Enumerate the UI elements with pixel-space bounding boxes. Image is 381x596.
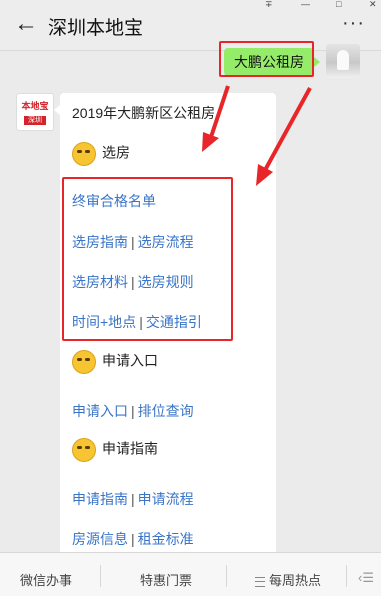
annotation-arrow-1 xyxy=(208,85,230,141)
annotation-arrows xyxy=(202,85,312,186)
annotation-arrow-2 xyxy=(262,87,312,173)
menu-item-wechat-services[interactable]: 微信办事 xyxy=(20,570,72,589)
menu-divider xyxy=(226,565,227,587)
menu-item-weekly-hot[interactable]: 每周热点 xyxy=(255,570,321,589)
keyboard-toggle-icon[interactable]: ‹☰ xyxy=(358,570,374,586)
submenu-icon xyxy=(255,576,265,587)
menu-divider xyxy=(100,565,101,587)
annotation-arrowhead-1 xyxy=(202,132,219,152)
menu-item-label: 每周热点 xyxy=(269,573,322,588)
menu-item-discount-tickets[interactable]: 特惠门票 xyxy=(140,570,192,589)
menu-divider xyxy=(346,565,347,587)
bottom-menu-bar: 微信办事 特惠门票 每周热点 ‹☰ xyxy=(0,552,381,596)
